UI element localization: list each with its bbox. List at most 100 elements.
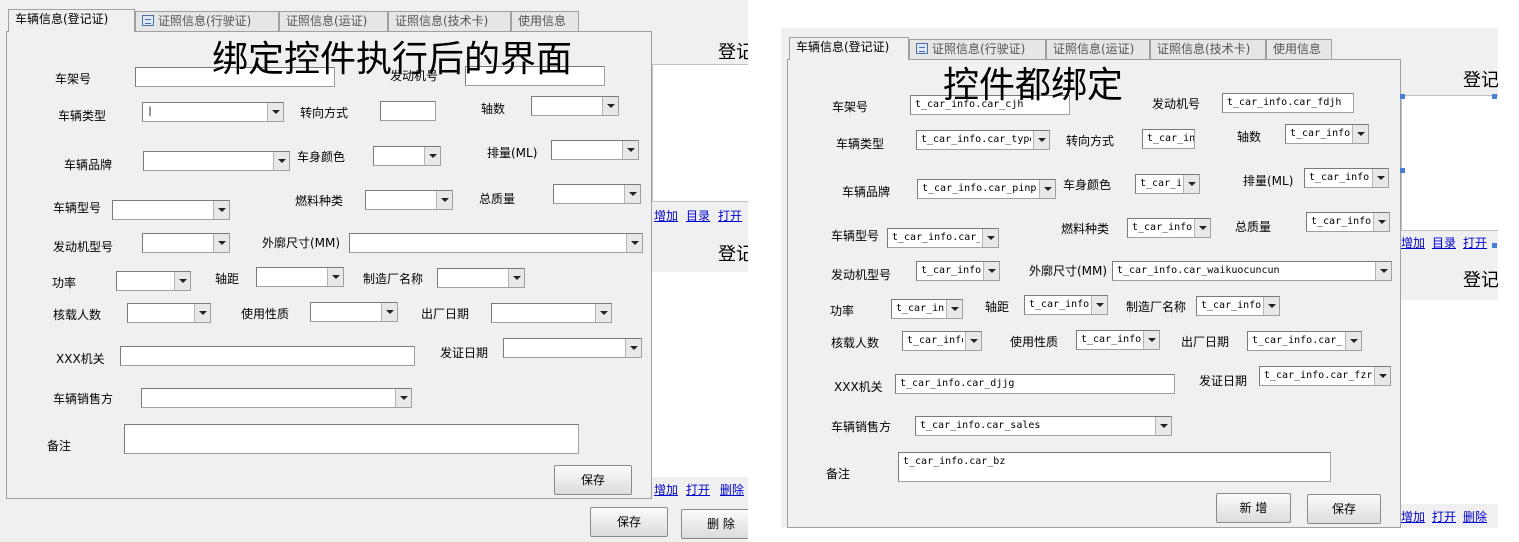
chevron-down-icon[interactable] <box>1183 175 1199 193</box>
right-combo-pl[interactable]: t_car_info. <box>1304 168 1389 188</box>
right-link-catalog-top[interactable]: 目录 <box>1432 234 1456 251</box>
resize-handle-icon[interactable] <box>1492 243 1497 248</box>
left-combo-gl[interactable] <box>116 271 191 291</box>
right-combo-fdjxh[interactable]: t_car_info. <box>916 261 1000 281</box>
right-combo-ccrq[interactable]: t_car_info.car_c <box>1247 331 1362 351</box>
left-input-bz[interactable] <box>124 424 579 454</box>
right-add-button[interactable]: 新 增 <box>1216 493 1291 523</box>
resize-handle-icon[interactable] <box>1400 168 1405 173</box>
chevron-down-icon[interactable] <box>626 234 642 252</box>
chevron-down-icon[interactable] <box>602 97 618 115</box>
left-combo-wkcc[interactable] <box>349 233 643 253</box>
right-input-fdjh[interactable]: t_car_info.car_fdjh <box>1222 93 1354 113</box>
left-tab-usage[interactable]: 使用信息 <box>511 11 579 31</box>
chevron-down-icon[interactable] <box>424 147 440 165</box>
chevron-down-icon[interactable] <box>1352 125 1368 143</box>
right-tab-transport-license[interactable]: 证照信息(运证) <box>1046 39 1150 59</box>
right-combo-zzl[interactable]: t_car_info. <box>1306 212 1390 232</box>
left-bottom-save-button[interactable]: 保存 <box>590 507 668 537</box>
left-combo-hzrs[interactable] <box>127 303 211 323</box>
chevron-down-icon[interactable] <box>1143 331 1159 349</box>
right-link-open-bottom[interactable]: 打开 <box>1432 508 1456 525</box>
left-link-add-bottom[interactable]: 增加 <box>654 481 678 498</box>
chevron-down-icon[interactable] <box>1091 296 1107 314</box>
left-link-catalog-top[interactable]: 目录 <box>686 207 710 224</box>
left-link-add-top[interactable]: 增加 <box>654 207 678 224</box>
right-input-djjg[interactable]: t_car_info.car_djjg <box>895 374 1175 394</box>
right-combo-csys[interactable]: t_car_i <box>1135 174 1200 194</box>
chevron-down-icon[interactable] <box>436 191 452 209</box>
right-tab-tech-card[interactable]: 证照信息(技术卡) <box>1150 39 1266 59</box>
chevron-down-icon[interactable] <box>625 339 641 357</box>
chevron-down-icon[interactable] <box>1033 131 1049 149</box>
chevron-down-icon[interactable] <box>1372 169 1388 187</box>
chevron-down-icon[interactable] <box>381 303 397 321</box>
chevron-down-icon[interactable] <box>508 269 524 287</box>
chevron-down-icon[interactable] <box>624 185 640 203</box>
right-combo-clpp[interactable]: t_car_info.car_pinps <box>917 179 1056 199</box>
left-combo-fdjxh[interactable] <box>142 233 230 253</box>
chevron-down-icon[interactable] <box>965 332 981 350</box>
chevron-down-icon[interactable] <box>982 229 998 247</box>
right-combo-clxsf[interactable]: t_car_info.car_sales <box>915 416 1172 436</box>
chevron-down-icon[interactable] <box>327 268 343 286</box>
chevron-down-icon[interactable] <box>273 152 289 170</box>
left-link-delete-bottom[interactable]: 删除 <box>720 481 744 498</box>
left-combo-zzcmc[interactable] <box>437 268 525 288</box>
chevron-down-icon[interactable] <box>1155 417 1171 435</box>
right-combo-cllx[interactable]: t_car_info.car_type <box>916 130 1050 150</box>
chevron-down-icon[interactable] <box>194 304 210 322</box>
left-input-zxfs[interactable] <box>380 101 436 121</box>
chevron-down-icon[interactable] <box>1374 367 1390 385</box>
right-link-delete-bottom[interactable]: 删除 <box>1463 508 1487 525</box>
left-combo-ccrq[interactable] <box>491 303 612 323</box>
chevron-down-icon[interactable] <box>267 103 283 121</box>
chevron-down-icon[interactable] <box>1375 262 1391 280</box>
left-delete-button[interactable]: 删 除 <box>681 509 748 539</box>
chevron-down-icon[interactable] <box>1373 213 1389 231</box>
chevron-down-icon[interactable] <box>1194 219 1210 237</box>
resize-handle-icon[interactable] <box>1400 94 1405 99</box>
chevron-down-icon[interactable] <box>213 201 229 219</box>
left-combo-clpp[interactable] <box>143 151 290 171</box>
left-combo-fzrq[interactable] <box>503 338 642 358</box>
left-tab-tech-card[interactable]: 证照信息(技术卡) <box>388 11 511 31</box>
right-combo-gl[interactable]: t_car_inf <box>891 299 963 319</box>
left-combo-zzl[interactable] <box>553 184 641 204</box>
left-combo-zj[interactable] <box>256 267 344 287</box>
right-link-open-top[interactable]: 打开 <box>1463 234 1487 251</box>
chevron-down-icon[interactable] <box>174 272 190 290</box>
chevron-down-icon[interactable] <box>1039 180 1055 198</box>
right-combo-clxh[interactable]: t_car_info.car_ <box>887 228 999 248</box>
chevron-down-icon[interactable] <box>595 304 611 322</box>
left-combo-pl[interactable] <box>551 140 639 160</box>
chevron-down-icon[interactable] <box>983 262 999 280</box>
right-combo-syxz[interactable]: t_car_info. <box>1076 330 1160 350</box>
left-combo-zs[interactable] <box>531 96 619 116</box>
right-save-button[interactable]: 保存 <box>1307 494 1381 524</box>
left-save-button[interactable]: 保存 <box>554 465 632 495</box>
right-combo-zs[interactable]: t_car_info. <box>1285 124 1369 144</box>
left-combo-rlzl[interactable] <box>365 190 453 210</box>
left-tab-driving-license[interactable]: 证照信息(行驶证) <box>135 11 279 31</box>
right-input-bz[interactable]: t_car_info.car_bz <box>898 452 1331 482</box>
left-combo-syxz[interactable] <box>310 302 398 322</box>
right-tab-driving-license[interactable]: 证照信息(行驶证) <box>909 39 1046 59</box>
left-combo-cllx[interactable]: | <box>142 102 284 122</box>
right-combo-zj[interactable]: t_car_info. <box>1024 295 1108 315</box>
chevron-down-icon[interactable] <box>1263 297 1279 315</box>
chevron-down-icon[interactable] <box>213 234 229 252</box>
chevron-down-icon[interactable] <box>1345 332 1361 350</box>
left-combo-csys[interactable] <box>373 146 441 166</box>
right-combo-hzrs[interactable]: t_car_info <box>902 331 982 351</box>
left-combo-clxh[interactable] <box>112 200 230 220</box>
right-input-zxfs[interactable]: t_car_in <box>1142 129 1195 149</box>
right-combo-rlzl[interactable]: t_car_info. <box>1127 218 1211 238</box>
chevron-down-icon[interactable] <box>946 300 962 318</box>
left-combo-clxsf[interactable] <box>141 388 412 408</box>
chevron-down-icon[interactable] <box>622 141 638 159</box>
resize-handle-icon[interactable] <box>1492 94 1497 99</box>
right-combo-zzcmc[interactable]: t_car_info. <box>1196 296 1280 316</box>
left-tab-transport-license[interactable]: 证照信息(运证) <box>279 11 388 31</box>
right-tab-registration[interactable]: 车辆信息(登记证) <box>789 37 909 60</box>
